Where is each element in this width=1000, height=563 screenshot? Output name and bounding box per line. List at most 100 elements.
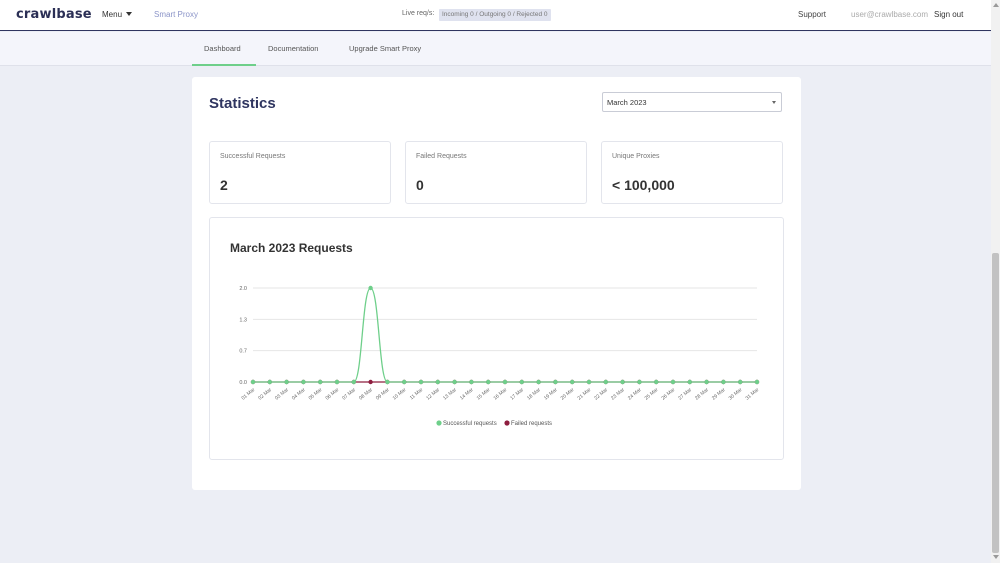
data-point (368, 379, 373, 385)
y-tick-label: 1.3 (239, 317, 247, 323)
x-tick-label: 01 Mar (241, 387, 257, 402)
x-tick-label: 09 Mar (375, 387, 391, 402)
period-select-value: March 2023 (607, 98, 647, 107)
user-email: user@crawlbase.com (851, 10, 929, 19)
x-tick-label: 15 Mar (476, 387, 492, 402)
data-point (334, 379, 340, 385)
x-tick-label: 26 Mar (661, 387, 677, 402)
data-point (435, 379, 440, 385)
support-link[interactable]: Support (798, 10, 826, 19)
data-point (502, 379, 508, 385)
data-point (536, 379, 541, 385)
data-point (586, 379, 592, 385)
scroll-up-icon[interactable] (993, 3, 999, 7)
unique-proxies-card: Unique Proxies < 100,000 (601, 141, 783, 204)
card-label: Failed Requests (416, 153, 467, 160)
data-point (486, 379, 491, 385)
x-tick-label: 24 Mar (627, 387, 643, 402)
data-point (721, 379, 726, 385)
tab-dashboard[interactable]: Dashboard (204, 44, 241, 53)
x-tick-label: 11 Mar (409, 387, 425, 402)
data-point (687, 379, 692, 385)
data-point (738, 379, 743, 385)
x-tick-label: 27 Mar (677, 387, 693, 402)
data-point (553, 379, 558, 385)
sub-navigation: Dashboard Documentation Upgrade Smart Pr… (0, 32, 991, 66)
card-value: 0 (416, 177, 424, 193)
period-select[interactable]: March 2023 (602, 92, 782, 112)
x-tick-label: 29 Mar (711, 387, 727, 402)
legend-label: Failed requests (511, 421, 552, 427)
data-point (670, 379, 676, 385)
x-tick-label: 21 Mar (577, 387, 593, 402)
data-point (603, 379, 608, 385)
data-point (637, 379, 642, 385)
data-point (452, 379, 457, 385)
failed-requests-card: Failed Requests 0 (405, 141, 587, 204)
x-tick-label: 20 Mar (560, 387, 576, 402)
card-value: 2 (220, 177, 228, 193)
live-requests-badge: Incoming 0 / Outgoing 0 / Rejected 0 (439, 9, 551, 21)
x-tick-label: 06 Mar (325, 387, 341, 402)
data-point (402, 379, 407, 385)
x-tick-label: 16 Mar (493, 387, 509, 402)
x-tick-label: 25 Mar (644, 387, 660, 402)
tab-upgrade-smart-proxy[interactable]: Upgrade Smart Proxy (349, 44, 421, 53)
brand-logo[interactable]: crawlbase (16, 7, 92, 22)
data-point (301, 379, 306, 385)
data-point (654, 379, 659, 385)
product-link[interactable]: Smart Proxy (154, 10, 198, 19)
data-point (620, 379, 625, 385)
x-tick-label: 22 Mar (593, 387, 609, 402)
card-value: < 100,000 (612, 177, 675, 193)
x-tick-label: 17 Mar (509, 387, 525, 402)
data-point (267, 379, 272, 385)
live-requests-label: Live req/s: (402, 10, 435, 17)
x-tick-label: 19 Mar (543, 387, 559, 402)
x-tick-label: 03 Mar (274, 387, 290, 402)
legend-marker (504, 420, 510, 426)
legend-label: Successful requests (443, 421, 497, 427)
x-tick-label: 14 Mar (459, 387, 475, 402)
x-tick-label: 07 Mar (341, 387, 357, 402)
data-point (704, 379, 709, 385)
x-tick-label: 04 Mar (291, 387, 307, 402)
data-point (418, 379, 424, 385)
chevron-down-icon (126, 12, 133, 16)
top-bar: crawlbase Menu Smart Proxy Live req/s: I… (0, 0, 991, 31)
scroll-down-icon[interactable] (993, 555, 999, 559)
sign-out-link[interactable]: Sign out (934, 10, 963, 19)
x-tick-label: 28 Mar (694, 387, 710, 402)
x-tick-label: 18 Mar (526, 387, 542, 402)
x-tick-label: 10 Mar (392, 387, 408, 402)
x-tick-label: 02 Mar (257, 387, 273, 402)
data-point (469, 379, 474, 385)
data-point (368, 285, 373, 291)
data-point (385, 379, 390, 385)
x-tick-label: 05 Mar (308, 387, 324, 402)
active-tab-indicator (192, 64, 256, 66)
x-tick-label: 31 Mar (745, 387, 761, 402)
requests-line-chart: 0.0 0.7 1.3 2.0 01 Mar 02 Mar 03 Mar 04 Mar 05 M… (239, 285, 761, 427)
successful-requests-card: Successful Requests 2 (209, 141, 391, 204)
y-tick-label: 0.7 (239, 349, 247, 355)
tab-documentation[interactable]: Documentation (268, 44, 318, 53)
data-point (318, 379, 323, 385)
data-point (519, 379, 524, 385)
menu-label: Menu (102, 10, 123, 19)
scrollbar-thumb[interactable] (992, 253, 999, 553)
card-label: Unique Proxies (612, 153, 660, 160)
chevron-down-icon (772, 101, 776, 104)
series-line (253, 287, 757, 383)
page-title: Statistics (209, 95, 276, 112)
data-point (250, 379, 256, 385)
y-tick-label: 0.0 (239, 380, 247, 386)
menu-dropdown[interactable]: Menu (102, 10, 133, 19)
x-tick-label: 30 Mar (728, 387, 744, 402)
data-point (754, 379, 760, 385)
x-tick-label: 23 Mar (610, 387, 626, 402)
x-tick-label: 12 Mar (425, 387, 441, 402)
x-tick-label: 13 Mar (442, 387, 458, 402)
x-tick-label: 08 Mar (358, 387, 374, 402)
data-point (351, 379, 356, 385)
